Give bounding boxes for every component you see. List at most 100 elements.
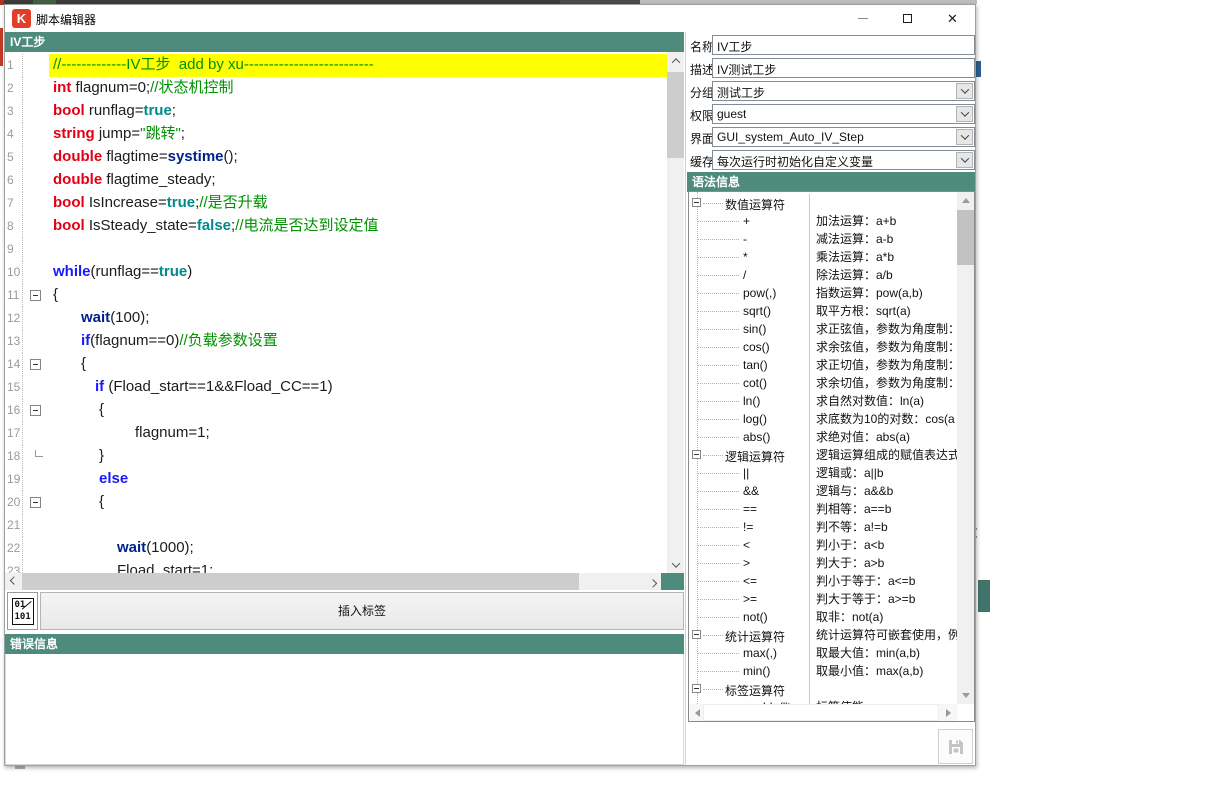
tree-collapse-button[interactable] (692, 630, 701, 639)
code-line[interactable]: 17flagnum=1; (5, 422, 667, 445)
code-editor[interactable]: 1//-------------IV工步 add by xu----------… (5, 52, 684, 573)
insert-label-button[interactable]: 插入标签 (40, 592, 684, 630)
tree-item[interactable]: sqrt()取平方根：sqrt(a) (689, 302, 957, 320)
line-number: 22 (5, 537, 22, 560)
editor-vertical-scrollbar[interactable] (667, 52, 684, 573)
editor-horizontal-scrollbar[interactable] (5, 573, 661, 590)
text-field[interactable]: IV工步 (712, 35, 975, 55)
code-line[interactable]: 18} (5, 445, 667, 468)
combo-field[interactable]: GUI_system_Auto_IV_Step (712, 127, 975, 147)
tree-item[interactable]: 数值运算符 (689, 194, 957, 212)
code-line[interactable]: 16{ (5, 399, 667, 422)
code-line[interactable]: 6double flagtime_steady; (5, 169, 667, 192)
code-line[interactable]: 11{ (5, 284, 667, 307)
tree-vertical-scrollbar[interactable] (957, 192, 974, 704)
fold-collapse-button[interactable] (30, 497, 41, 508)
tree-collapse-button[interactable] (692, 450, 701, 459)
code-lines[interactable]: 1//-------------IV工步 add by xu----------… (5, 52, 667, 573)
combo-field[interactable]: guest (712, 104, 975, 124)
titlebar[interactable]: K 脚本编辑器 ✕ (5, 5, 975, 32)
tree-scroll-right-button[interactable] (940, 704, 957, 721)
scroll-up-button[interactable] (667, 52, 684, 69)
minimize-button[interactable] (840, 5, 885, 32)
code-line[interactable]: 8bool IsSteady_state=false;//电流是否达到设定值 (5, 215, 667, 238)
tree-item[interactable]: sin()求正弦值，参数为角度制： (689, 320, 957, 338)
tree-item[interactable]: 标签运算符 (689, 680, 957, 698)
scroll-right-button[interactable] (644, 573, 661, 590)
tree-vertical-scroll-thumb[interactable] (957, 210, 974, 265)
code-line[interactable]: 7bool IsIncrease=true;//是否升载 (5, 192, 667, 215)
code-line[interactable]: 13if(flagnum==0)//负载参数设置 (5, 330, 667, 353)
tree-item[interactable]: ==判相等：a==b (689, 500, 957, 518)
maximize-button[interactable] (885, 5, 930, 32)
code-line[interactable]: 12wait(100); (5, 307, 667, 330)
save-button[interactable] (938, 729, 973, 764)
tree-horizontal-scroll-thumb[interactable] (703, 704, 939, 721)
vertical-scroll-thumb[interactable] (667, 72, 684, 158)
code-line[interactable]: 1//-------------IV工步 add by xu----------… (5, 54, 667, 77)
code-token: //是否升载 (199, 194, 267, 211)
code-line[interactable]: 23Fload_start=1; (5, 560, 667, 573)
tree-item[interactable]: log()求底数为10的对数：cos(a (689, 410, 957, 428)
code-line[interactable]: 19else (5, 468, 667, 491)
tree-item[interactable]: 逻辑运算符逻辑运算组成的赋值表达式 (689, 446, 957, 464)
tree-item[interactable]: max(,)取最大值：min(a,b) (689, 644, 957, 662)
tree-item[interactable]: pow(,)指数运算：pow(a,b) (689, 284, 957, 302)
tree-collapse-button[interactable] (692, 198, 701, 207)
code-line[interactable]: 22wait(1000); (5, 537, 667, 560)
tree-item[interactable]: +加法运算：a+b (689, 212, 957, 230)
code-line[interactable]: 10while(runflag==true) (5, 261, 667, 284)
binary-label-button[interactable]: 01 101 (7, 592, 38, 630)
code-line[interactable]: 20{ (5, 491, 667, 514)
code-line[interactable]: 4string jump="跳转"; (5, 123, 667, 146)
close-button[interactable]: ✕ (930, 5, 975, 32)
tree-scroll-up-button[interactable] (957, 192, 974, 209)
code-line[interactable]: 14{ (5, 353, 667, 376)
tree-item[interactable]: ||逻辑或：a||b (689, 464, 957, 482)
code-token: } (99, 447, 104, 464)
tree-scroll-down-button[interactable] (957, 687, 974, 704)
tree-item-description: 判相等：a==b (809, 500, 957, 518)
code-line[interactable]: 2int flagnum=0;//状态机控制 (5, 77, 667, 100)
tree-item[interactable]: not()取非：not(a) (689, 608, 957, 626)
scroll-left-button[interactable] (5, 573, 22, 590)
tree-item[interactable]: -减法运算：a-b (689, 230, 957, 248)
horizontal-scroll-thumb[interactable] (22, 573, 579, 590)
tree-collapse-button[interactable] (692, 684, 701, 693)
tree-item[interactable]: min()取最小值：max(a,b) (689, 662, 957, 680)
tree-item[interactable]: <判小于：a<b (689, 536, 957, 554)
combo-field[interactable]: 测试工步 (712, 81, 975, 101)
combo-dropdown-button[interactable] (956, 152, 973, 168)
text-field[interactable]: IV测试工步 (712, 58, 975, 78)
tree-item[interactable]: 统计运算符统计运算符可嵌套使用，例 (689, 626, 957, 644)
tree-item[interactable]: tan()求正切值，参数为角度制： (689, 356, 957, 374)
tree-item[interactable]: ln()求自然对数值：ln(a) (689, 392, 957, 410)
tree-item[interactable]: /除法运算：a/b (689, 266, 957, 284)
combo-dropdown-button[interactable] (956, 106, 973, 122)
tree-item[interactable]: *乘法运算：a*b (689, 248, 957, 266)
code-line[interactable]: 21 (5, 514, 667, 537)
form-row: 缓存每次运行时初始化自定义变量 (687, 150, 975, 170)
tree-item[interactable]: !=判不等：a!=b (689, 518, 957, 536)
fold-collapse-button[interactable] (30, 359, 41, 370)
code-line[interactable]: 15if (Fload_start==1&&Fload_CC==1) (5, 376, 667, 399)
tree-item-label: max(,) (743, 646, 777, 660)
code-line[interactable]: 5double flagtime=systime(); (5, 146, 667, 169)
combo-dropdown-button[interactable] (956, 83, 973, 99)
tree-item[interactable]: >判大于：a>b (689, 554, 957, 572)
tree-item[interactable]: <=判小于等于：a<=b (689, 572, 957, 590)
combo-dropdown-button[interactable] (956, 129, 973, 145)
scroll-down-button[interactable] (667, 556, 684, 573)
tree-horizontal-scrollbar[interactable] (689, 704, 957, 721)
syntax-tree[interactable]: 数值运算符+加法运算：a+b-减法运算：a-b*乘法运算：a*b/除法运算：a/… (688, 191, 975, 722)
tree-item[interactable]: abs()求绝对值：abs(a) (689, 428, 957, 446)
code-line[interactable]: 9 (5, 238, 667, 261)
tree-item[interactable]: cos()求余弦值，参数为角度制： (689, 338, 957, 356)
tree-item[interactable]: cot()求余切值，参数为角度制： (689, 374, 957, 392)
combo-field[interactable]: 每次运行时初始化自定义变量 (712, 150, 975, 170)
tree-item[interactable]: &&逻辑与：a&&b (689, 482, 957, 500)
code-line[interactable]: 3bool runflag=true; (5, 100, 667, 123)
fold-collapse-button[interactable] (30, 405, 41, 416)
tree-item[interactable]: >=判大于等于：a>=b (689, 590, 957, 608)
fold-collapse-button[interactable] (30, 290, 41, 301)
